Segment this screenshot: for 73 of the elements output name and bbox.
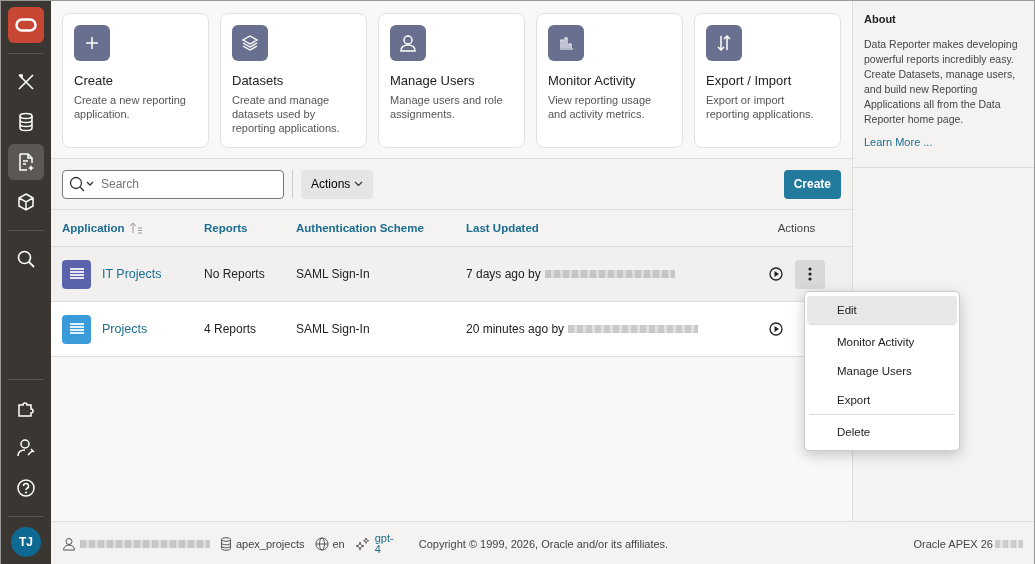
feature-card[interactable]: Monitor Activity View reporting usage and activity metrics. [536,13,683,148]
copyright-text: Copyright © 1999, 2026, Oracle and/or its affiliates. [418,537,669,550]
play-icon [769,322,783,336]
card-description: View reporting usage and activity metrics. [548,93,653,121]
layers-icon [240,33,260,53]
language-code: en [332,537,345,550]
user-avatar[interactable]: TJ [11,527,41,557]
app-link[interactable]: Projects [102,322,148,336]
feature-card[interactable]: Create Create a new reporting application. [62,13,209,148]
table-cell: 4 Reports [204,322,257,336]
column-header: Actions [777,222,816,234]
menu-item[interactable]: Manage Users [807,357,957,385]
user-icon [398,33,418,53]
about-text: Data Reporter makes developing powerful reports incredibly easy. Create Datasets, manage users, and build new Reporting Applications all from the Data Reporter home page. [864,37,1019,127]
version-text: Oracle APEX 26 [913,537,993,550]
tools-icon [16,72,36,92]
feature-card[interactable]: Export / Import Export or import reporting applications. [694,13,841,148]
menu-item[interactable]: Edit [807,296,957,324]
create-button[interactable]: Create [783,169,841,199]
learn-more-link[interactable]: Learn More ... [864,136,933,148]
feature-card[interactable]: Manage Users Manage users and role assignments. [378,13,525,148]
column-header-link[interactable]: Last Updated [466,222,539,234]
menu-item[interactable]: Monitor Activity [807,328,957,356]
table-cell: 20 minutes ago by [466,322,565,336]
play-icon [769,267,783,281]
cube-icon [16,192,36,212]
table-cell: SAML Sign-In [296,322,370,336]
feature-card[interactable]: Datasets Create and manage datasets used by reporting applications. [220,13,367,148]
list-icon [68,322,85,336]
list-icon [68,267,85,281]
user-icon [62,536,76,551]
sidebar-button[interactable] [8,144,44,180]
search-field[interactable]: Search [62,169,284,199]
search-icon [69,176,95,192]
logo-icon [15,18,37,32]
card-description: Manage users and role assignments. [390,93,504,121]
document-sparkle-icon [16,152,36,172]
card-description: Create and manage datasets used by reporting applications. [232,93,341,135]
column-header-link[interactable]: Application [62,222,125,234]
database-icon [16,112,36,132]
card-title: Monitor Activity [548,73,637,88]
sort-ascending-icon[interactable] [128,222,143,234]
card-title: Create [74,73,115,88]
more-button[interactable] [795,259,825,289]
vertical-dots-icon [808,267,812,281]
run-button[interactable] [769,267,783,281]
run-button[interactable] [769,322,783,336]
model-link[interactable]: gpt-4 [374,532,397,555]
card-description: Create a new reporting application. [74,93,187,121]
card-title: Datasets [232,73,285,88]
menu-item[interactable]: Delete [807,418,957,446]
user-wrench-icon [16,438,36,458]
search-icon [16,249,36,269]
schema-name: apex_projects [236,537,305,550]
search-input[interactable]: Search [99,176,259,192]
card-title: Export / Import [706,73,793,88]
table-cell: SAML Sign-In [296,267,370,281]
about-title: About [864,13,897,25]
card-description: Export or import reporting applications. [706,93,815,121]
sparkle-icon [354,536,371,551]
card-title: Manage Users [390,73,476,88]
globe-icon [314,536,329,551]
table-cell: 7 days ago by [466,267,541,281]
help-icon [16,478,36,498]
caret-icon [354,181,364,187]
actions-button[interactable]: Actions [301,169,374,199]
redacted-text [995,539,1023,548]
database-icon [220,536,232,551]
table-cell: No Reports [204,267,265,281]
column-header-link[interactable]: Authentication Scheme [296,222,424,234]
app-link[interactable]: IT Projects [102,267,162,281]
menu-item[interactable]: Export [807,386,957,414]
column-header-link[interactable]: Reports [204,222,248,234]
